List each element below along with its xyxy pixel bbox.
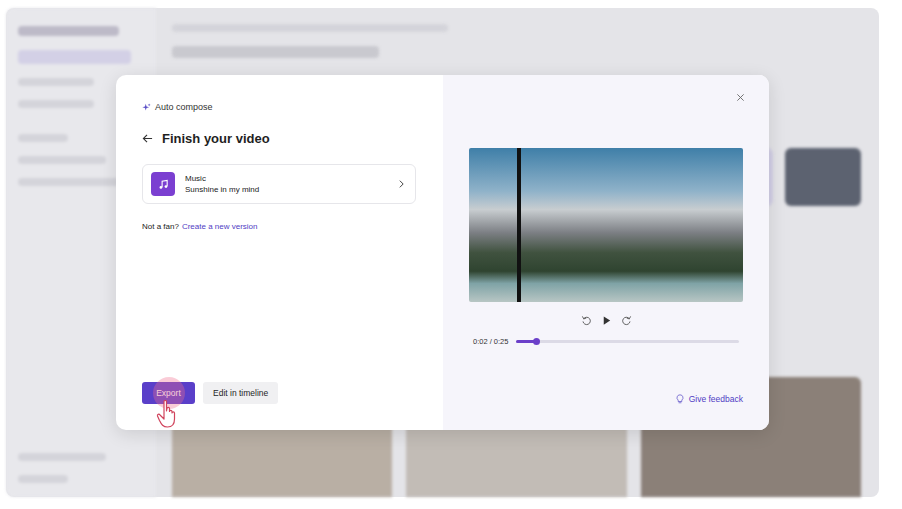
seek-bar[interactable] bbox=[516, 340, 739, 343]
dialog-preview-panel: 0:02 / 0:25 Give feedback bbox=[443, 75, 769, 430]
sparkle-icon bbox=[142, 103, 151, 112]
progress-row: 0:02 / 0:25 bbox=[469, 337, 743, 346]
music-icon bbox=[151, 172, 175, 196]
hand-cursor-icon bbox=[156, 399, 180, 429]
playback-time: 0:02 / 0:25 bbox=[473, 337, 508, 346]
music-label: Music bbox=[185, 174, 388, 183]
rewind-icon[interactable] bbox=[581, 315, 592, 326]
forward-icon[interactable] bbox=[621, 315, 632, 326]
auto-compose-dialog: Auto compose Finish your video Music Sunshi… bbox=[116, 75, 769, 430]
dialog-left-panel: Auto compose Finish your video Music Sunshi… bbox=[116, 75, 443, 430]
page: Auto compose Finish your video Music Sunshi… bbox=[0, 0, 902, 509]
edit-in-timeline-button[interactable]: Edit in timeline bbox=[203, 382, 278, 404]
dialog-header: Finish your video bbox=[142, 131, 416, 146]
video-preview bbox=[469, 148, 743, 302]
breadcrumb: Auto compose bbox=[142, 102, 416, 112]
play-icon[interactable] bbox=[601, 315, 612, 326]
seek-handle[interactable] bbox=[533, 338, 540, 345]
export-button[interactable]: Export bbox=[142, 382, 195, 404]
back-arrow-icon[interactable] bbox=[142, 133, 153, 144]
music-card[interactable]: Music Sunshine in my mind bbox=[142, 164, 416, 204]
chevron-right-icon bbox=[398, 179, 405, 189]
music-track: Sunshine in my mind bbox=[185, 185, 388, 194]
give-feedback-link[interactable]: Give feedback bbox=[675, 394, 743, 404]
close-icon[interactable] bbox=[736, 93, 745, 102]
playback-controls bbox=[469, 315, 743, 326]
create-new-version-link[interactable]: Create a new version bbox=[182, 222, 258, 231]
dialog-actions: Export Edit in timeline bbox=[142, 382, 416, 404]
app-background: Auto compose Finish your video Music Sunshi… bbox=[6, 8, 879, 497]
new-version-prompt: Not a fan?Create a new version bbox=[142, 222, 416, 231]
dialog-title: Finish your video bbox=[162, 131, 270, 146]
lightbulb-icon bbox=[675, 394, 685, 404]
click-ripple bbox=[153, 377, 185, 409]
